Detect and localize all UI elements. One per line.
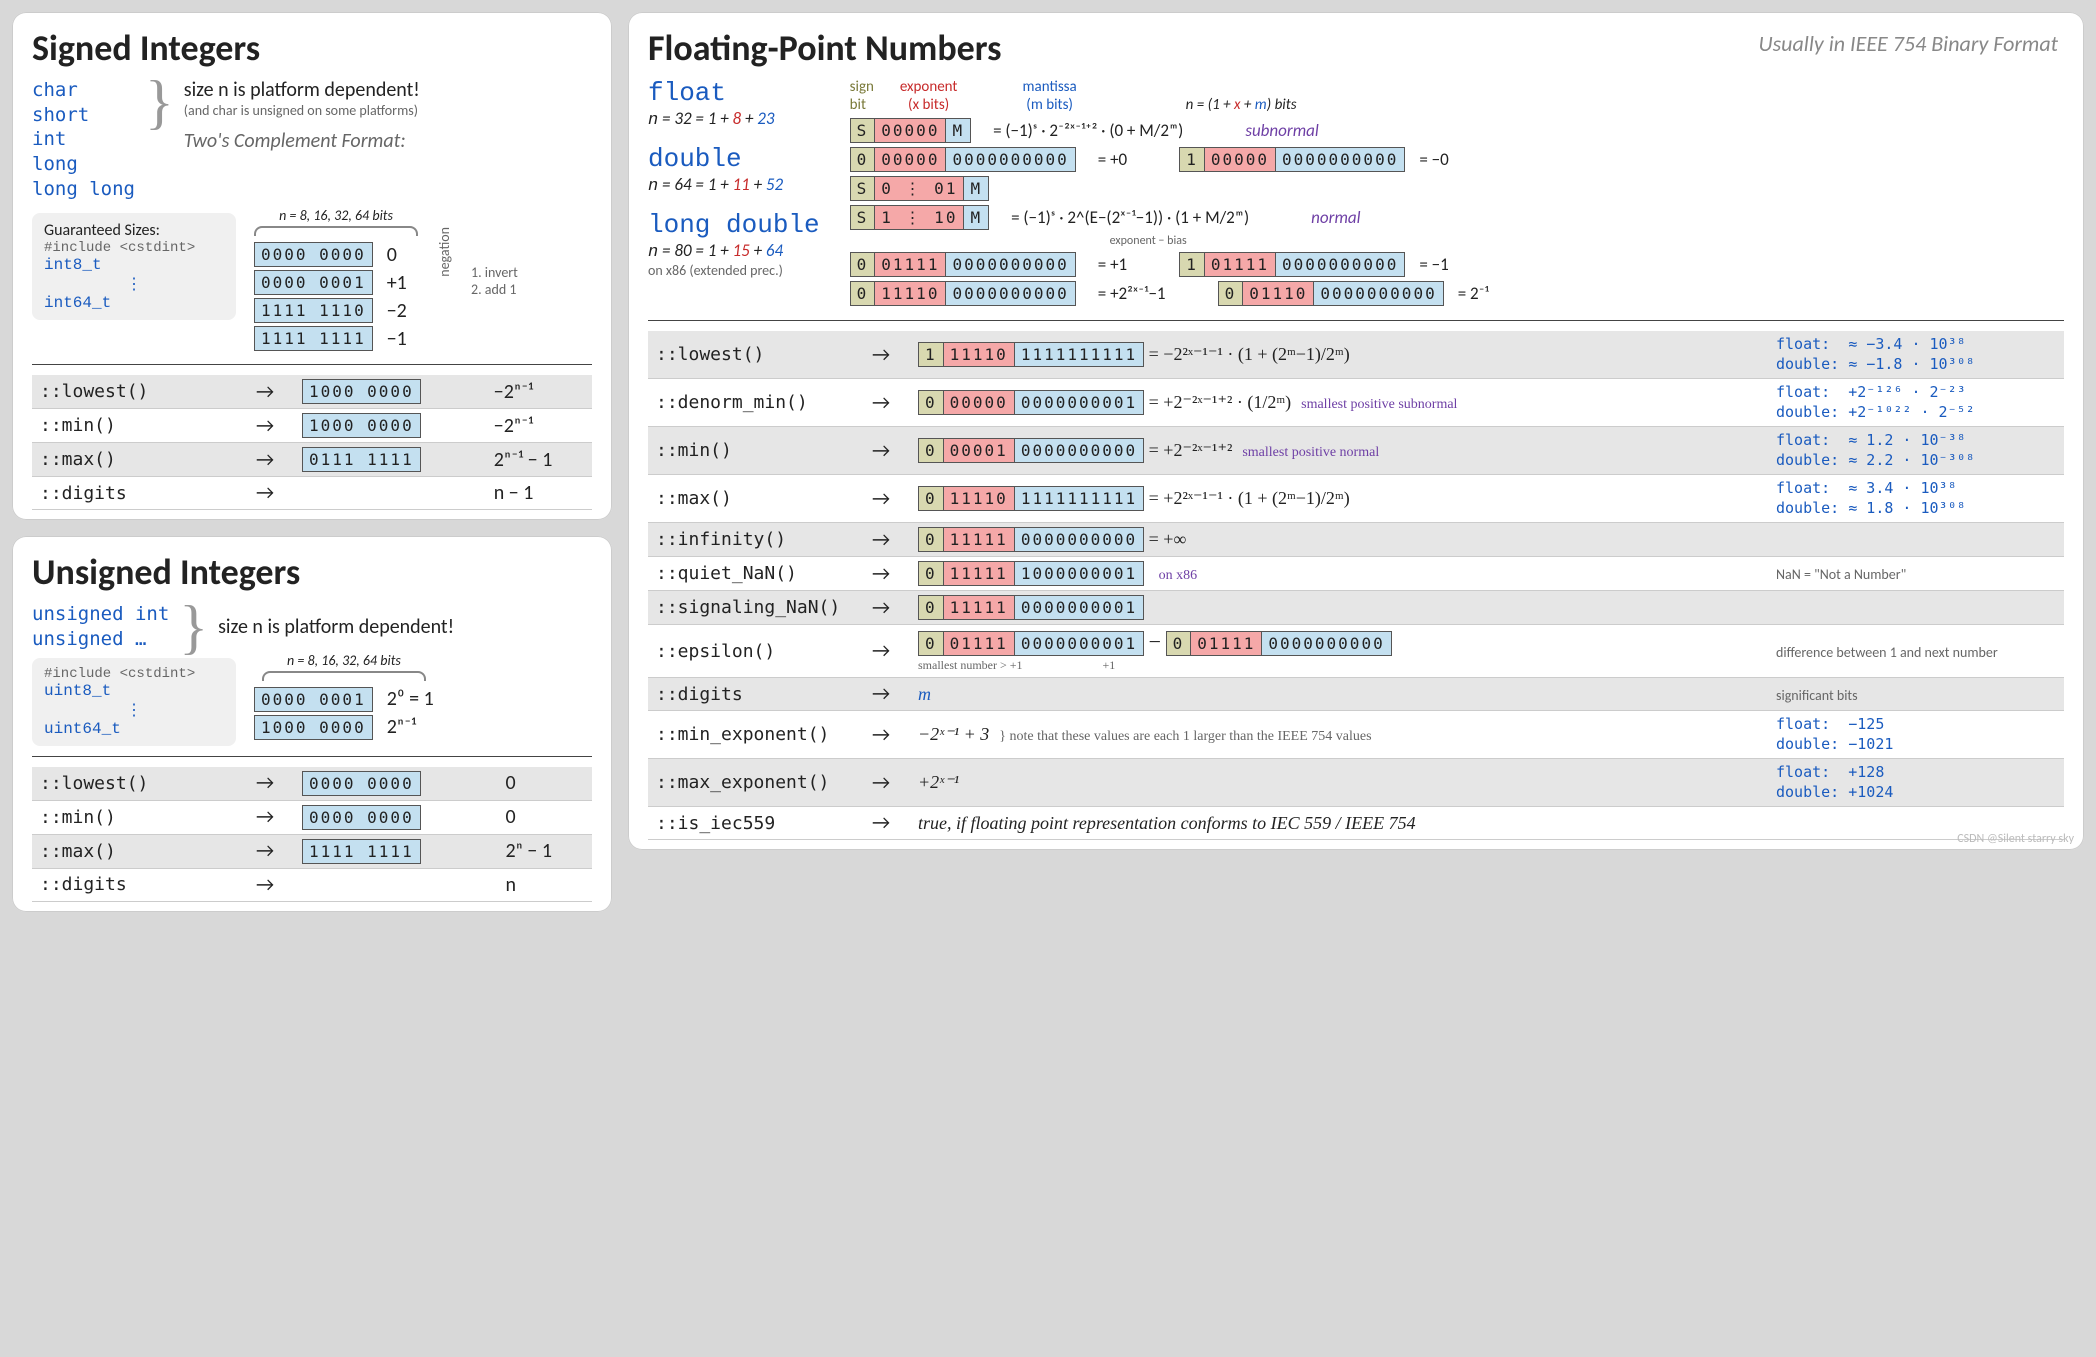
fp-bitfield: 0111110000000000	[918, 527, 1144, 552]
panel-floating-point: Floating-Point Numbers Usually in IEEE 7…	[628, 12, 2084, 850]
arrow-icon	[864, 591, 910, 625]
signed-types: char short int long long long	[32, 78, 135, 201]
fp-limit-fn: ::infinity()	[648, 523, 864, 557]
fp-limit-fn: ::max_exponent()	[648, 759, 864, 807]
float-bits: n = 32 = 1 + 8 + 23	[648, 108, 820, 130]
fp-limit-fn: ::max()	[648, 475, 864, 523]
double-bits: n = 64 = 1 + 11 + 52	[648, 174, 820, 196]
fp-limit-fn: ::lowest()	[648, 331, 864, 379]
limit-fn: ::lowest()	[32, 375, 248, 409]
arrow-icon	[864, 557, 910, 591]
limit-fn: ::max()	[32, 443, 248, 477]
platform-note: size n is platform dependent!	[184, 78, 420, 102]
longdouble-bits: n = 80 = 1 + 15 + 64	[648, 240, 820, 262]
fp-limit-fn: ::min_exponent()	[648, 711, 864, 759]
fp-bitfield: 0011110000000001	[918, 631, 1144, 656]
bits-label: n = 8, 16, 32, 64 bits	[254, 207, 418, 224]
arrow-icon	[864, 379, 910, 427]
fp-bitfield: 0000000000000000	[850, 147, 1076, 172]
fp-limit-fn: ::quiet_NaN()	[648, 557, 864, 591]
bitfield: 1000 0000	[302, 413, 421, 438]
fp-bitfield: S1 ⋮ 10M	[850, 205, 989, 230]
arrow-icon	[864, 523, 910, 557]
arrow-icon	[248, 767, 294, 801]
bitfield: 1111 1111	[254, 326, 373, 351]
char-note: (and char is unsigned on some platforms)	[184, 102, 420, 119]
fp-limit-fn: ::min()	[648, 427, 864, 475]
bitfield: 0000 0000	[302, 805, 421, 830]
fp-subtitle: Usually in IEEE 754 Binary Format	[1758, 30, 2058, 57]
signed-limits-table: ::lowest()1000 0000−2ⁿ⁻¹::min()1000 0000…	[32, 375, 592, 510]
arrow-icon	[864, 427, 910, 475]
twos-complement-label: Two's Complement Format:	[184, 129, 420, 153]
fp-bitfield: 0011100000000000	[1218, 281, 1444, 306]
fp-bitfield: 1000000000000000	[1179, 147, 1405, 172]
bitfield: 0000 0000	[254, 242, 373, 267]
brace-icon: }	[179, 603, 208, 651]
fp-bitfield: 1011110000000000	[1179, 252, 1405, 277]
fp-bitfield: 0011110000000000	[1166, 631, 1392, 656]
fp-bitfield: 0111110000000001	[918, 595, 1144, 620]
limit-fn: ::digits	[32, 477, 248, 510]
arrow-icon	[864, 711, 910, 759]
fp-bitfield: 0000000000000001	[918, 390, 1144, 415]
fp-bitfield: 0111100000000000	[850, 281, 1076, 306]
arrow-icon	[864, 625, 910, 678]
brace-icon: }	[145, 78, 174, 126]
bitfield: 0000 0000	[302, 771, 421, 796]
panel-unsigned-integers: Unsigned Integers unsigned int unsigned …	[12, 536, 612, 911]
arrow-icon	[864, 475, 910, 523]
bitfield: 0111 1111	[302, 447, 421, 472]
bitfield: 0000 0001	[254, 270, 373, 295]
fp-bitfield: S00000M	[850, 118, 971, 143]
arrow-icon	[864, 678, 910, 711]
fp-bitfield: 0000010000000000	[918, 438, 1144, 463]
arrow-icon	[864, 331, 910, 379]
fp-limit-fn: ::signaling_NaN()	[648, 591, 864, 625]
arrow-icon	[248, 409, 294, 443]
fp-bitfield: S0 ⋮ 01M	[850, 176, 989, 201]
fp-limit-fn: ::denorm_min()	[648, 379, 864, 427]
unsigned-limits-table: ::lowest()0000 00000::min()0000 00000::m…	[32, 767, 592, 902]
fp-limit-fn: ::epsilon()	[648, 625, 864, 678]
fp-bitfield: 0111101111111111	[918, 486, 1144, 511]
bitfield: 1111 1111	[302, 839, 421, 864]
unsigned-types: unsigned int unsigned …	[32, 602, 169, 651]
limit-fn: ::min()	[32, 409, 248, 443]
arrow-icon	[248, 834, 294, 868]
negation-label: negation	[436, 227, 453, 277]
watermark: CSDN @Silent starry sky	[1957, 832, 2074, 846]
arrow-icon	[248, 800, 294, 834]
panel-signed-integers: Signed Integers char short int long long…	[12, 12, 612, 520]
fp-limit-fn: ::is_iec559	[648, 807, 864, 840]
bitfield: 1000 0000	[302, 379, 421, 404]
arrow-icon	[864, 807, 910, 840]
arrow-icon	[864, 759, 910, 807]
fp-limit-fn: ::digits	[648, 678, 864, 711]
fp-bitfield: 0111111000000001	[918, 561, 1144, 586]
bitfield: 1111 1110	[254, 298, 373, 323]
fp-bitfield: 0011110000000000	[850, 252, 1076, 277]
fp-bitfield: 1111101111111111	[918, 342, 1144, 367]
include-cstdint: #include <cstdint>	[44, 240, 224, 256]
limit-fn: ::max()	[32, 834, 248, 868]
int64t: int64_t	[44, 294, 224, 312]
signed-title: Signed Integers	[32, 26, 592, 70]
int8t: int8_t	[44, 256, 224, 274]
unsigned-title: Unsigned Integers	[32, 550, 592, 594]
n-formula: n = (1 + x + m) bits	[1186, 96, 1297, 114]
bitfield: 0000 0001	[254, 687, 373, 712]
fp-limits-table: ::lowest()1111101111111111 = −2²ˣ⁻¹⁻¹ · …	[648, 331, 2064, 840]
arrow-icon	[248, 375, 294, 409]
limit-fn: ::digits	[32, 868, 248, 901]
arrow-icon	[248, 443, 294, 477]
limit-fn: ::min()	[32, 800, 248, 834]
bitfield: 1000 0000	[254, 715, 373, 740]
limit-fn: ::lowest()	[32, 767, 248, 801]
unsigned-platform-note: size n is platform dependent!	[218, 615, 454, 639]
arrow-icon	[248, 477, 294, 510]
guaranteed-label: Guaranteed Sizes:	[44, 221, 224, 240]
arrow-icon	[248, 868, 294, 901]
